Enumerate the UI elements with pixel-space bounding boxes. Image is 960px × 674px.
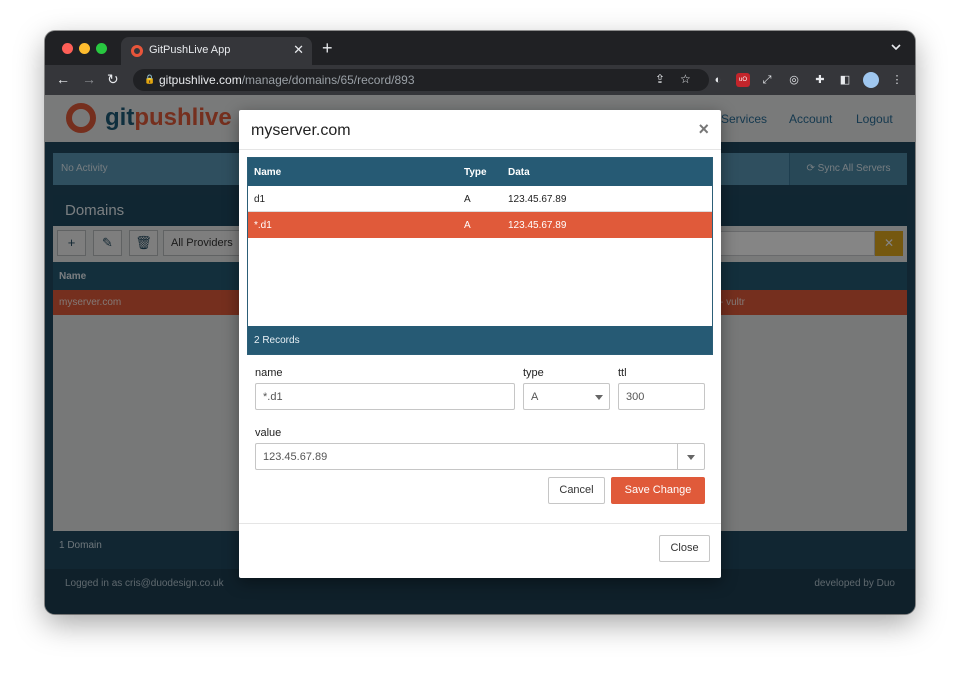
modal-footer-divider — [239, 523, 721, 524]
value-dropdown-toggle[interactable] — [677, 444, 704, 469]
save-change-button[interactable]: Save Change — [611, 477, 705, 504]
extensions-puzzle-icon[interactable]: ✚ — [813, 73, 827, 87]
extension-arrow-icon[interactable]: ⤢ — [760, 73, 774, 87]
browser-tab[interactable]: GitPushLive App ✕ — [121, 37, 312, 65]
column-name[interactable]: Name — [254, 167, 281, 178]
records-table: Name Type Data d1 A 123.45.67.89 *.d1 A … — [247, 157, 713, 355]
forward-icon[interactable]: → — [82, 71, 96, 87]
tab-search-icon[interactable] — [891, 41, 901, 53]
extension-target-icon[interactable]: ◎ — [787, 73, 801, 87]
chevron-down-icon — [595, 395, 603, 400]
tab-close-icon[interactable]: ✕ — [293, 42, 304, 58]
close-button[interactable]: Close — [659, 535, 710, 562]
ttl-field[interactable]: 300 — [618, 383, 705, 410]
value-field[interactable]: 123.45.67.89 — [255, 443, 705, 470]
close-window-button[interactable] — [62, 43, 73, 54]
close-icon[interactable]: × — [698, 119, 709, 140]
record-type: A — [464, 220, 471, 231]
sidebar-icon[interactable]: ◧ — [838, 73, 852, 87]
record-modal: myserver.com × Name Type Data d1 A 123.4… — [239, 110, 721, 578]
record-name: d1 — [254, 194, 266, 205]
profile-avatar[interactable] — [863, 72, 879, 88]
record-name: *.d1 — [254, 220, 272, 231]
cancel-button[interactable]: Cancel — [548, 477, 605, 504]
reload-icon[interactable]: ↻ — [107, 71, 119, 88]
record-data: 123.45.67.89 — [508, 194, 567, 205]
table-row[interactable]: d1 A 123.45.67.89 — [248, 186, 712, 212]
browser-toolbar: ← → ↻ 🔒 gitpushlive.com/manage/domains/6… — [45, 65, 915, 95]
type-select[interactable]: A — [523, 383, 610, 410]
value-text: 123.45.67.89 — [263, 451, 328, 463]
name-field[interactable]: *.d1 — [255, 383, 515, 410]
ublock-icon[interactable]: uO — [736, 73, 750, 87]
type-label: type — [523, 367, 544, 379]
records-table-header: Name Type Data — [248, 158, 712, 186]
column-data[interactable]: Data — [508, 167, 530, 178]
extension-icon[interactable]: ◐ — [711, 73, 725, 87]
name-label: name — [255, 367, 283, 379]
new-tab-icon[interactable]: + — [322, 39, 333, 57]
modal-header-divider — [239, 149, 721, 150]
share-icon[interactable]: ⇪ — [655, 72, 665, 86]
chevron-down-icon — [687, 455, 695, 460]
minimize-window-button[interactable] — [79, 43, 90, 54]
record-data: 123.45.67.89 — [508, 220, 567, 231]
address-bar[interactable]: 🔒 gitpushlive.com/manage/domains/65/reco… — [133, 69, 709, 91]
type-value: A — [531, 391, 539, 403]
ttl-label: ttl — [618, 367, 627, 379]
tab-title: GitPushLive App — [149, 44, 231, 56]
more-icon[interactable]: ⋮ — [890, 73, 904, 87]
modal-title: myserver.com — [251, 122, 351, 139]
url-text[interactable]: gitpushlive.com/manage/domains/65/record… — [159, 73, 415, 87]
record-type: A — [464, 194, 471, 205]
column-type[interactable]: Type — [464, 167, 487, 178]
zoom-window-button[interactable] — [96, 43, 107, 54]
star-icon[interactable]: ☆ — [680, 72, 691, 86]
back-icon[interactable]: ← — [56, 71, 70, 87]
tab-strip: GitPushLive App ✕ + — [45, 31, 915, 65]
value-label: value — [255, 427, 282, 439]
favicon-icon — [131, 45, 143, 57]
records-count: 2 Records — [248, 326, 712, 354]
lock-icon[interactable]: 🔒 — [144, 74, 155, 85]
table-row-selected[interactable]: *.d1 A 123.45.67.89 — [248, 212, 712, 238]
